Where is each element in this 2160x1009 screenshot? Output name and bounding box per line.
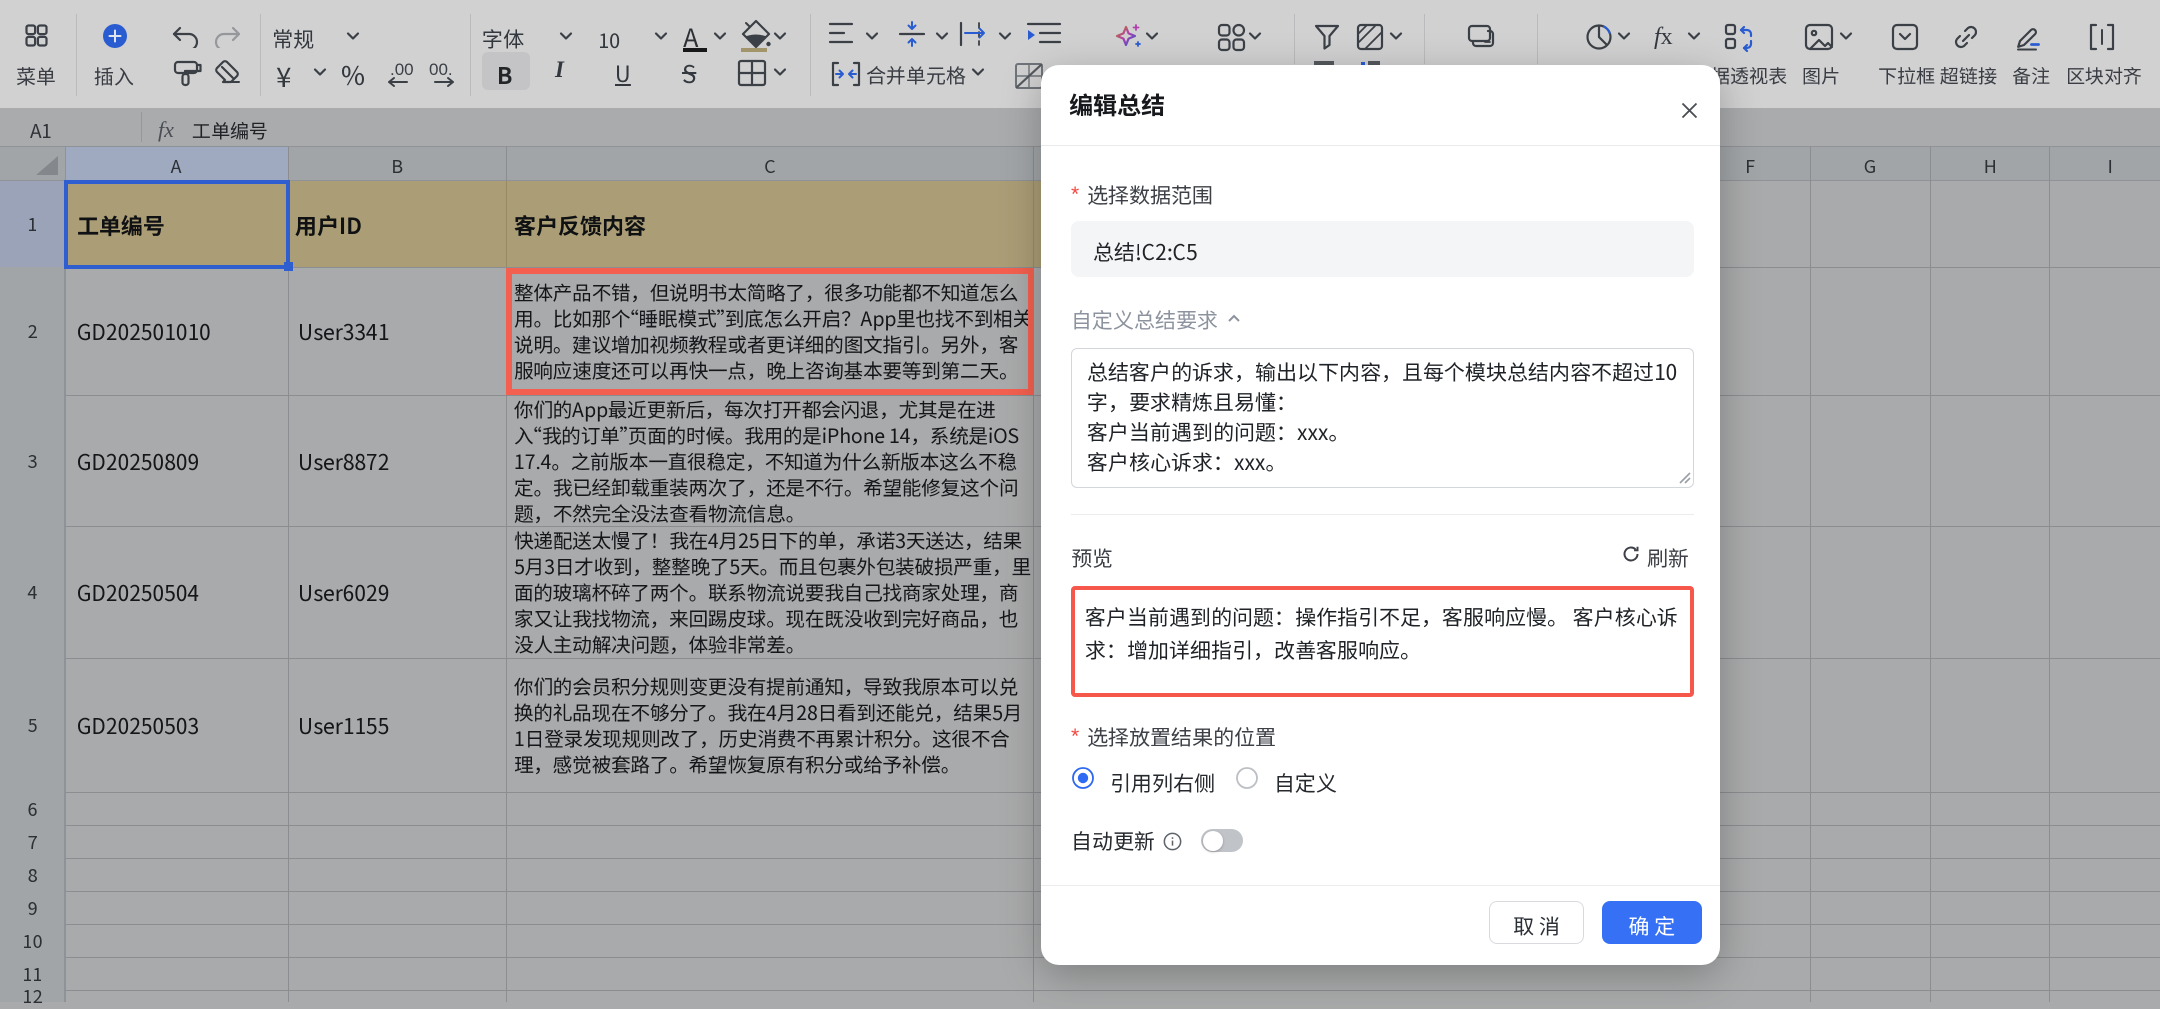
- svg-text:00.: 00.: [429, 60, 453, 79]
- svg-text:.00: .00: [390, 60, 414, 79]
